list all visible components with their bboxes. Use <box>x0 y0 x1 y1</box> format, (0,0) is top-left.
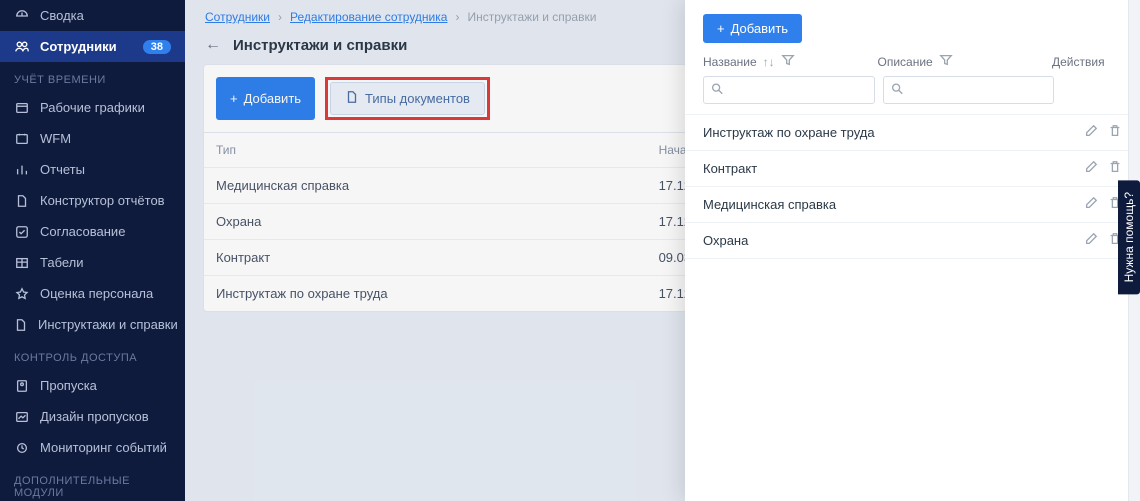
edit-icon[interactable] <box>1084 124 1098 141</box>
sidebar-item-label: Конструктор отчётов <box>40 193 171 208</box>
document-types-button[interactable]: Типы документов <box>330 82 485 115</box>
sidebar-item-label: WFM <box>40 131 171 146</box>
col-label: Описание <box>878 55 933 69</box>
document-types-panel: + Добавить Название ↑↓ Описание Действия <box>685 0 1140 501</box>
chevron-right-icon: › <box>455 10 459 24</box>
panel-add-button[interactable]: + Добавить <box>703 14 802 43</box>
col-label: Действия <box>1052 55 1105 69</box>
doc-icon <box>14 318 28 332</box>
sidebar-item-label: Мониторинг событий <box>40 440 171 455</box>
sidebar-item-label: Согласование <box>40 224 171 239</box>
sidebar-item-label: Рабочие графики <box>40 100 171 115</box>
search-desc-input[interactable] <box>883 76 1055 104</box>
sidebar-item-label: Пропуска <box>40 378 171 393</box>
breadcrumb-link-edit-employee[interactable]: Редактирование сотрудника <box>290 10 447 24</box>
sidebar-item-label: Оценка персонала <box>40 286 171 301</box>
sidebar: Сводка Сотрудники 38 УЧЁТ ВРЕМЕНИ Рабочи… <box>0 0 185 501</box>
sidebar-item-label: Отчеты <box>40 162 171 177</box>
sidebar-item-timesheets[interactable]: Табели <box>0 247 185 278</box>
type-name: Охрана <box>703 233 1084 248</box>
button-label: Добавить <box>244 91 301 106</box>
doc-icon <box>345 90 359 107</box>
sidebar-item-employees[interactable]: Сотрудники 38 <box>0 31 185 62</box>
list-item[interactable]: Контракт <box>685 151 1140 187</box>
sidebar-item-wfm[interactable]: WFM <box>0 123 185 154</box>
button-label: Добавить <box>731 21 788 36</box>
filter-icon[interactable] <box>939 53 953 70</box>
sidebar-item-label: Дизайн пропусков <box>40 409 171 424</box>
sidebar-item-label: Сводка <box>40 8 171 23</box>
search-icon <box>890 82 904 99</box>
page-title: Инструктажи и справки <box>233 37 407 54</box>
panel-col-actions: Действия <box>1052 55 1122 69</box>
list-item[interactable]: Охрана <box>685 223 1140 259</box>
filter-icon[interactable] <box>781 53 795 70</box>
dashboard-icon <box>14 9 30 23</box>
check-icon <box>14 225 30 239</box>
sidebar-item-report-builder[interactable]: Конструктор отчётов <box>0 185 185 216</box>
sidebar-item-passes[interactable]: Пропуска <box>0 370 185 401</box>
users-icon <box>14 40 30 54</box>
plus-icon: + <box>717 21 725 36</box>
cell-type: Инструктаж по охране труда <box>204 276 647 312</box>
type-name: Медицинская справка <box>703 197 1084 212</box>
help-tab[interactable]: Нужна помощь? <box>1118 180 1140 294</box>
employees-count-badge: 38 <box>143 40 171 54</box>
sidebar-item-summary[interactable]: Сводка <box>0 0 185 31</box>
badge-icon <box>14 379 30 393</box>
sidebar-section-time: УЧЁТ ВРЕМЕНИ <box>0 62 185 92</box>
sidebar-section-access: КОНТРОЛЬ ДОСТУПА <box>0 340 185 370</box>
design-icon <box>14 410 30 424</box>
schedule-icon <box>14 101 30 115</box>
edit-icon[interactable] <box>1084 232 1098 249</box>
sidebar-item-assessment[interactable]: Оценка персонала <box>0 278 185 309</box>
sidebar-item-approvals[interactable]: Согласование <box>0 216 185 247</box>
sort-icon[interactable]: ↑↓ <box>763 55 775 69</box>
plus-icon: + <box>230 91 238 106</box>
chevron-right-icon: › <box>278 10 282 24</box>
sidebar-section-extra: ДОПОЛНИТЕЛЬНЫЕ МОДУЛИ <box>0 463 185 501</box>
cell-type: Контракт <box>204 240 647 276</box>
panel-col-desc[interactable]: Описание <box>878 53 1043 70</box>
doc-icon <box>14 194 30 208</box>
sidebar-item-label: Сотрудники <box>40 39 133 54</box>
panel-header-row: Название ↑↓ Описание Действия <box>685 53 1140 76</box>
cell-type: Охрана <box>204 204 647 240</box>
panel-list: Инструктаж по охране труда Контракт Меди… <box>685 114 1140 259</box>
delete-icon[interactable] <box>1108 124 1122 141</box>
star-icon <box>14 287 30 301</box>
breadcrumb-link-employees[interactable]: Сотрудники <box>205 10 270 24</box>
breadcrumb-current: Инструктажи и справки <box>467 10 596 24</box>
search-name-input[interactable] <box>703 76 875 104</box>
button-label: Типы документов <box>365 91 470 106</box>
sidebar-item-label: Инструктажи и справки <box>38 317 178 332</box>
search-icon <box>710 82 724 99</box>
back-icon[interactable]: ← <box>205 36 221 54</box>
add-button[interactable]: + Добавить <box>216 77 315 120</box>
panel-col-name[interactable]: Название ↑↓ <box>703 53 868 70</box>
cell-type: Медицинская справка <box>204 168 647 204</box>
type-name: Контракт <box>703 161 1084 176</box>
sidebar-item-monitoring[interactable]: Мониторинг событий <box>0 432 185 463</box>
edit-icon[interactable] <box>1084 196 1098 213</box>
sidebar-item-briefings[interactable]: Инструктажи и справки <box>0 309 185 340</box>
panel-search-row <box>685 76 1140 114</box>
annotation-highlight: Типы документов <box>325 77 490 120</box>
col-label: Название <box>703 55 757 69</box>
list-item[interactable]: Инструктаж по охране труда <box>685 115 1140 151</box>
calendar-icon <box>14 132 30 146</box>
col-type[interactable]: Тип <box>204 133 647 168</box>
monitor-icon <box>14 441 30 455</box>
edit-icon[interactable] <box>1084 160 1098 177</box>
sidebar-item-schedules[interactable]: Рабочие графики <box>0 92 185 123</box>
chart-icon <box>14 163 30 177</box>
delete-icon[interactable] <box>1108 160 1122 177</box>
list-item[interactable]: Медицинская справка <box>685 187 1140 223</box>
sidebar-item-pass-design[interactable]: Дизайн пропусков <box>0 401 185 432</box>
type-name: Инструктаж по охране труда <box>703 125 1084 140</box>
table-icon <box>14 256 30 270</box>
sidebar-item-reports[interactable]: Отчеты <box>0 154 185 185</box>
sidebar-item-label: Табели <box>40 255 171 270</box>
